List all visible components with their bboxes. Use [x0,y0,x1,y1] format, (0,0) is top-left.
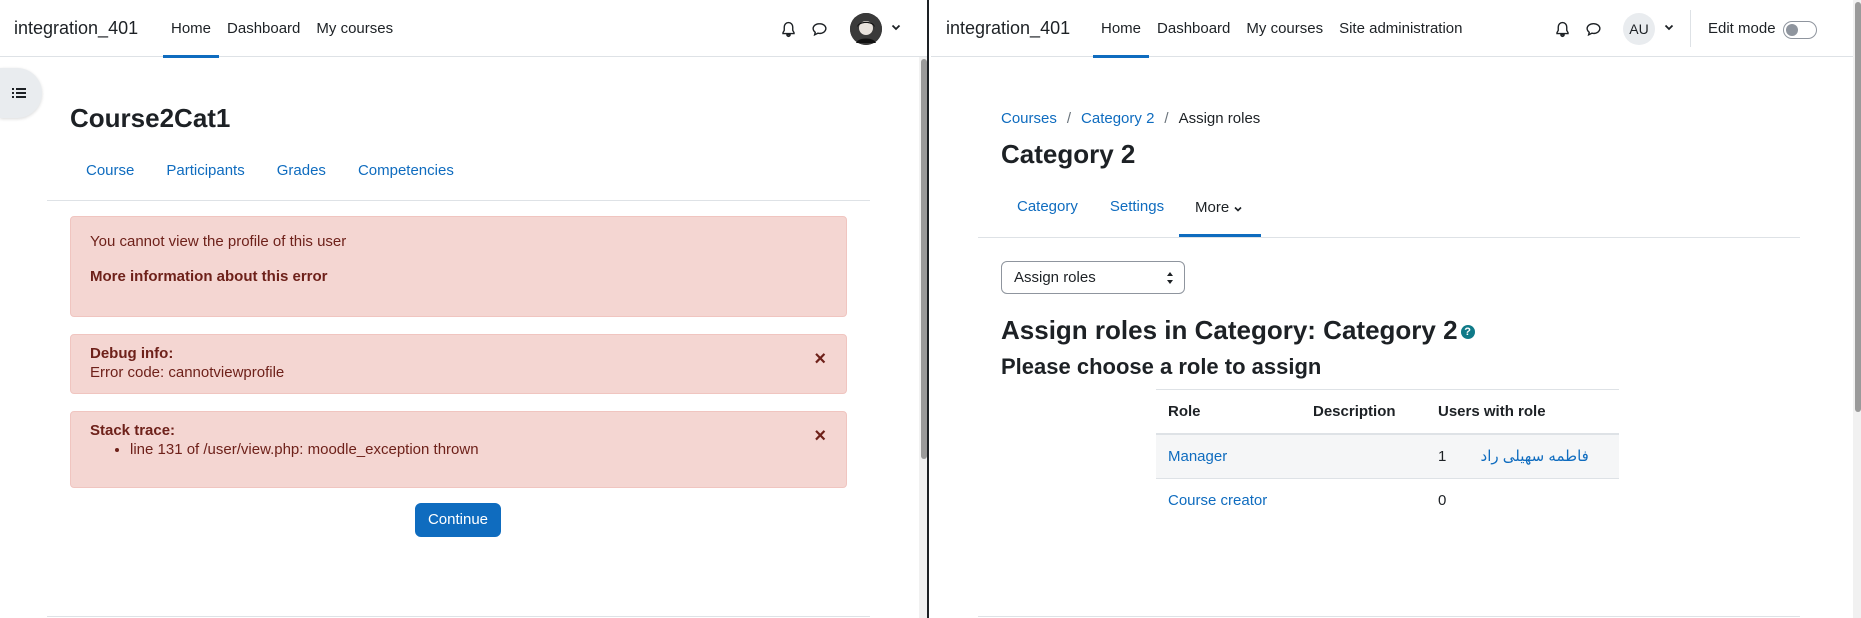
messages-chat-icon[interactable] [808,18,830,40]
assign-roles-heading-row: Assign roles in Category: Category 2 ? [1001,315,1475,346]
choose-role-subheading: Please choose a role to assign [1001,354,1322,379]
role-link-course-creator[interactable]: Course creator [1168,492,1267,509]
continue-button[interactable]: Continue [415,503,501,537]
column-header-role: Role [1156,389,1301,435]
nav-home[interactable]: Home [163,0,220,58]
notifications-bell-icon[interactable] [1551,18,1573,40]
top-navbar: integration_401 Home Dashboard My course… [0,0,927,58]
footer-divider [978,616,1800,617]
site-brand[interactable]: integration_401 [14,18,138,39]
nav-home[interactable]: Home [1093,0,1150,58]
error-message: You cannot view the profile of this user [90,233,347,250]
scrollbar[interactable] [919,57,927,618]
error-alert: You cannot view the profile of this user… [70,216,847,317]
right-window: integration_401 Home Dashboard My course… [931,0,1861,618]
nav-my-courses[interactable]: My courses [1238,0,1331,57]
role-description [1301,478,1426,522]
scrollbar[interactable] [1853,0,1861,618]
scrollbar-thumb[interactable] [921,59,927,459]
user-count: 0 [1438,491,1447,509]
user-avatar[interactable] [850,13,882,45]
table-row: Course creator 0 [1156,478,1619,522]
column-header-users-with-role: Users with role [1426,389,1619,435]
messages-chat-icon[interactable] [1582,18,1604,40]
action-select[interactable]: Assign roles [1001,261,1185,294]
select-arrows-icon [1167,272,1173,284]
tab-settings[interactable]: Settings [1094,198,1180,215]
breadcrumb-assign-roles: Assign roles [1178,110,1261,127]
action-select-value: Assign roles [1014,269,1096,286]
user-menu-chevron-down-icon[interactable] [1663,21,1675,33]
debug-info-title: Debug info: [90,345,174,362]
nav-my-courses[interactable]: My courses [308,0,401,57]
tab-more[interactable]: More [1179,185,1261,237]
list-icon [12,88,26,98]
table-row: Manager 1 فاطمه سهیلی راد [1156,434,1619,479]
column-header-description: Description [1301,389,1426,435]
debug-error-code: Error code: cannotviewprofile [90,364,285,381]
notifications-bell-icon[interactable] [777,18,799,40]
tab-more-label: More [1195,199,1230,216]
footer-divider [47,616,870,617]
debug-info-alert: Debug info: Error code: cannotviewprofil… [70,334,847,394]
primary-navigation: Home Dashboard My courses [163,0,401,58]
tab-category[interactable]: Category [1001,198,1094,215]
scrollbar-thumb[interactable] [1855,2,1861,412]
divider [978,237,1800,238]
stack-trace-item: line 131 of /user/view.php: moodle_excep… [130,441,827,458]
breadcrumb-category-2[interactable]: Category 2 [1081,110,1154,127]
close-icon[interactable]: × [814,349,826,369]
tab-participants[interactable]: Participants [150,162,260,179]
breadcrumb-separator: / [1066,110,1072,127]
tab-course[interactable]: Course [70,162,150,179]
tab-competencies[interactable]: Competencies [342,162,470,179]
stack-trace-title: Stack trace: [90,422,176,439]
nav-site-administration[interactable]: Site administration [1331,0,1470,57]
site-brand[interactable]: integration_401 [946,18,1070,39]
course-secondary-navigation: Course Participants Grades Competencies [70,162,470,179]
roles-table: Role Description Users with role Manager… [1156,389,1619,522]
close-icon[interactable]: × [814,426,826,446]
chevron-down-icon [1234,206,1242,212]
toggle-knob [1786,24,1798,36]
nav-dashboard[interactable]: Dashboard [1149,0,1238,57]
role-link-manager[interactable]: Manager [1168,448,1227,465]
left-window: integration_401 Home Dashboard My course… [0,0,929,618]
more-information-heading: More information about this error [90,268,328,285]
breadcrumb: Courses / Category 2 / Assign roles [1001,110,1260,127]
course-index-toggle[interactable] [0,68,42,118]
edit-mode-label: Edit mode [1708,20,1776,37]
edit-mode-toggle[interactable] [1783,21,1817,39]
category-secondary-navigation: Category Settings [1001,198,1180,215]
primary-navigation: Home Dashboard My courses Site administr… [1093,0,1471,58]
page-title: Course2Cat1 [70,103,231,133]
assigned-user-link[interactable]: فاطمه سهیلی راد [1481,448,1589,465]
breadcrumb-courses[interactable]: Courses [1001,110,1057,127]
role-description [1301,434,1426,479]
help-icon[interactable]: ? [1460,325,1475,339]
navbar-divider [1690,10,1691,47]
user-menu-chevron-down-icon[interactable] [890,21,902,33]
breadcrumb-separator: / [1164,110,1169,127]
assign-roles-heading: Assign roles in Category: Category 2 [1001,315,1458,345]
user-count: 1 [1438,448,1447,466]
tab-grades[interactable]: Grades [261,162,342,179]
table-header-row: Role Description Users with role [1156,389,1619,435]
user-avatar-initials[interactable]: AU [1623,13,1655,45]
top-navbar: integration_401 Home Dashboard My course… [931,0,1861,58]
stack-trace-alert: Stack trace: line 131 of /user/view.php:… [70,411,847,488]
nav-dashboard[interactable]: Dashboard [219,0,308,57]
page-title: Category 2 [1001,139,1136,169]
divider [47,200,870,201]
stack-trace-list: line 131 of /user/view.php: moodle_excep… [90,441,827,458]
